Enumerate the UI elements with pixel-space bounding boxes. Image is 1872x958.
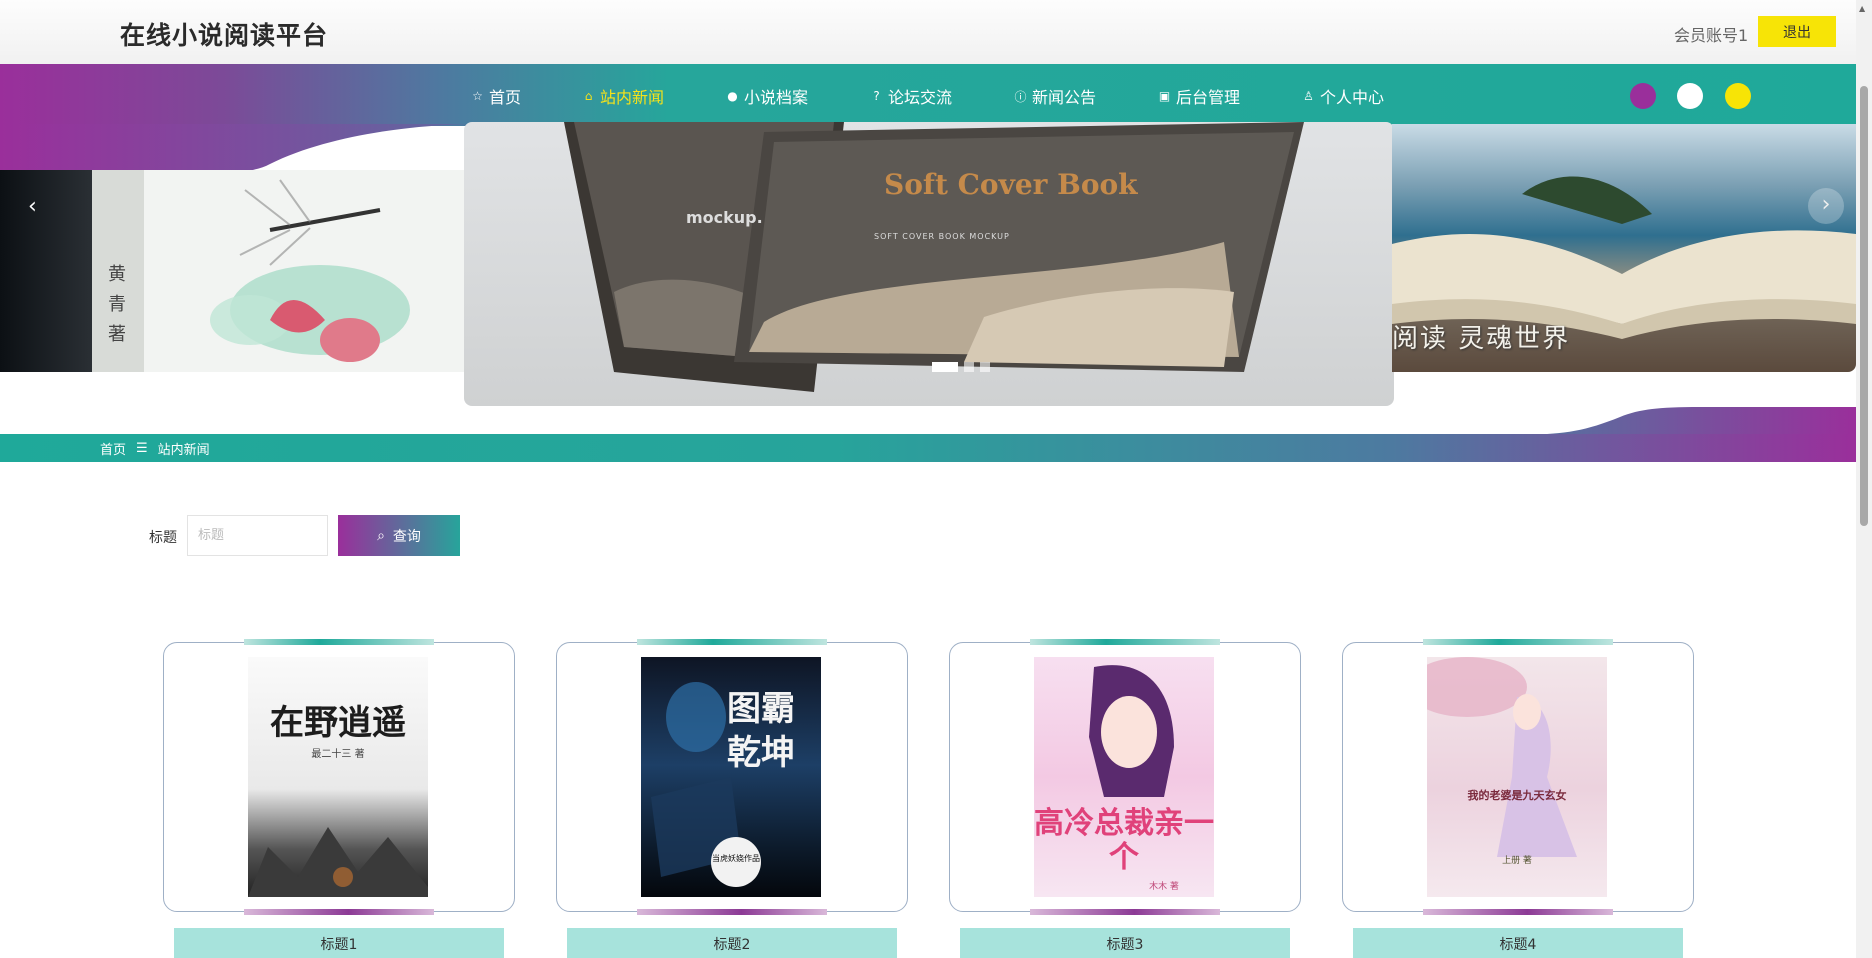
card-cover-image: 高冷总裁亲一个 木木 著 xyxy=(1034,657,1214,897)
slide-left-author: 黄 青 著 xyxy=(108,264,126,345)
news-card-title-3[interactable]: 标题3 xyxy=(960,928,1290,958)
mockup-label: mockup. xyxy=(686,208,763,227)
book-mockup-illustration xyxy=(564,122,1304,392)
card-cover-subtext: 最二十三 著 xyxy=(311,749,365,760)
news-card-4[interactable]: 我的老婆是九天玄女 上册 著 xyxy=(1342,639,1694,915)
news-card-title-2[interactable]: 标题2 xyxy=(567,928,897,958)
nav-item-news[interactable]: ⌂ 站内新闻 xyxy=(582,84,664,108)
top-header: 在线小说阅读平台 会员账号1 退出 xyxy=(0,0,1856,64)
breadcrumb-home[interactable]: 首页 xyxy=(100,439,126,458)
news-card-2[interactable]: 图霸乾坤 当虎妖娆作品 xyxy=(556,639,908,915)
card-cover-text: 在野逍遥 xyxy=(270,703,406,743)
news-card-title-1[interactable]: 标题1 xyxy=(174,928,504,958)
star-icon: ☆ xyxy=(472,89,483,103)
nav-item-label: 新闻公告 xyxy=(1032,88,1097,107)
search-title-input[interactable] xyxy=(187,515,328,556)
nav-item-novel-archive[interactable]: ● 小说档案 xyxy=(726,84,808,108)
theme-white-button[interactable] xyxy=(1677,83,1703,109)
nav-item-home[interactable]: ☆ 首页 xyxy=(471,84,521,108)
dragonfly-lotus-illustration xyxy=(210,179,410,362)
slide-right-caption: 阅读 灵魂世界 xyxy=(1392,324,1571,354)
news-card-title-4[interactable]: 标题4 xyxy=(1353,928,1683,958)
search-button-label: 查询 xyxy=(392,528,421,545)
news-card-3[interactable]: 高冷总裁亲一个 木木 著 xyxy=(949,639,1301,915)
info-icon: ● xyxy=(727,89,738,103)
nav-item-label: 小说档案 xyxy=(744,88,809,107)
banner-dot-3[interactable] xyxy=(980,362,990,372)
banner-dot-2[interactable] xyxy=(964,362,974,372)
card-cover-subtext: 当虎妖娆作品 xyxy=(712,854,760,863)
card-cover-subtext: 木木 著 xyxy=(1149,882,1179,892)
card-cover-image: 我的老婆是九天玄女 上册 著 xyxy=(1427,657,1607,897)
mockup-book-title: Soft Cover Book xyxy=(884,168,1138,201)
breadcrumb-curve-decoration xyxy=(1500,407,1856,435)
banner-curve-decoration xyxy=(0,124,480,172)
page-scrollbar[interactable]: ▲ xyxy=(1856,0,1872,958)
card-cover-subtext: 上册 著 xyxy=(1502,856,1532,866)
breadcrumb-separator-icon: ☰ xyxy=(136,440,148,456)
nav-item-label: 个人中心 xyxy=(1320,88,1385,107)
nav-item-admin[interactable]: ▣ 后台管理 xyxy=(1158,84,1240,108)
news-card-1[interactable]: 在野逍遥 最二十三 著 xyxy=(163,639,515,915)
banner-pagination xyxy=(932,362,990,372)
search-button[interactable]: ⌕ 查询 xyxy=(338,515,460,556)
banner-slide-left: 黄 青 著 xyxy=(0,170,470,372)
nav-item-announcements[interactable]: ⓘ 新闻公告 xyxy=(1014,84,1096,108)
card-cover-text: 高冷总裁亲一个 xyxy=(1034,806,1214,875)
scrollbar-thumb[interactable] xyxy=(1860,86,1868,526)
scroll-up-arrow-icon[interactable]: ▲ xyxy=(1859,4,1865,13)
member-account-link[interactable]: 会员账号1 xyxy=(1674,22,1748,46)
breadcrumb-current: 站内新闻 xyxy=(157,442,210,458)
nav-item-label: 站内新闻 xyxy=(600,88,665,107)
theme-purple-button[interactable] xyxy=(1630,83,1656,109)
card-cover-image: 图霸乾坤 当虎妖娆作品 xyxy=(641,657,821,897)
banner-next-arrow[interactable]: › xyxy=(1808,188,1844,224)
breadcrumb: 首页 ☰ 站内新闻 xyxy=(0,434,1856,462)
nav-item-label: 后台管理 xyxy=(1176,88,1241,107)
banner-slide-center: Soft Cover Book SOFT COVER BOOK MOCKUP m… xyxy=(464,122,1394,406)
info-circle-icon: ⓘ xyxy=(1014,89,1027,104)
logout-button[interactable]: 退出 xyxy=(1758,16,1836,47)
search-title-label: 标题 xyxy=(149,530,177,546)
nav-item-forum[interactable]: ? 论坛交流 xyxy=(870,84,952,108)
card-cover-text: 我的老婆是九天玄女 xyxy=(1467,789,1567,802)
nav-item-label: 首页 xyxy=(489,88,522,107)
theme-yellow-button[interactable] xyxy=(1725,83,1751,109)
banner-prev-arrow[interactable]: ‹ xyxy=(28,194,37,219)
user-icon: ♙ xyxy=(1303,89,1314,103)
search-icon: ⌕ xyxy=(377,527,385,544)
mockup-book-subtitle: SOFT COVER BOOK MOCKUP xyxy=(874,232,1010,241)
card-cover-text: 图霸乾坤 xyxy=(727,689,795,773)
nav-item-label: 论坛交流 xyxy=(888,88,953,107)
nav-item-profile[interactable]: ♙ 个人中心 xyxy=(1302,84,1384,108)
question-icon: ? xyxy=(873,89,880,103)
card-cover-image: 在野逍遥 最二十三 著 xyxy=(248,657,428,897)
gift-icon: ▣ xyxy=(1158,89,1171,103)
banner-dot-1[interactable] xyxy=(932,362,958,372)
site-title: 在线小说阅读平台 xyxy=(120,21,329,50)
bag-icon: ⌂ xyxy=(584,89,593,103)
